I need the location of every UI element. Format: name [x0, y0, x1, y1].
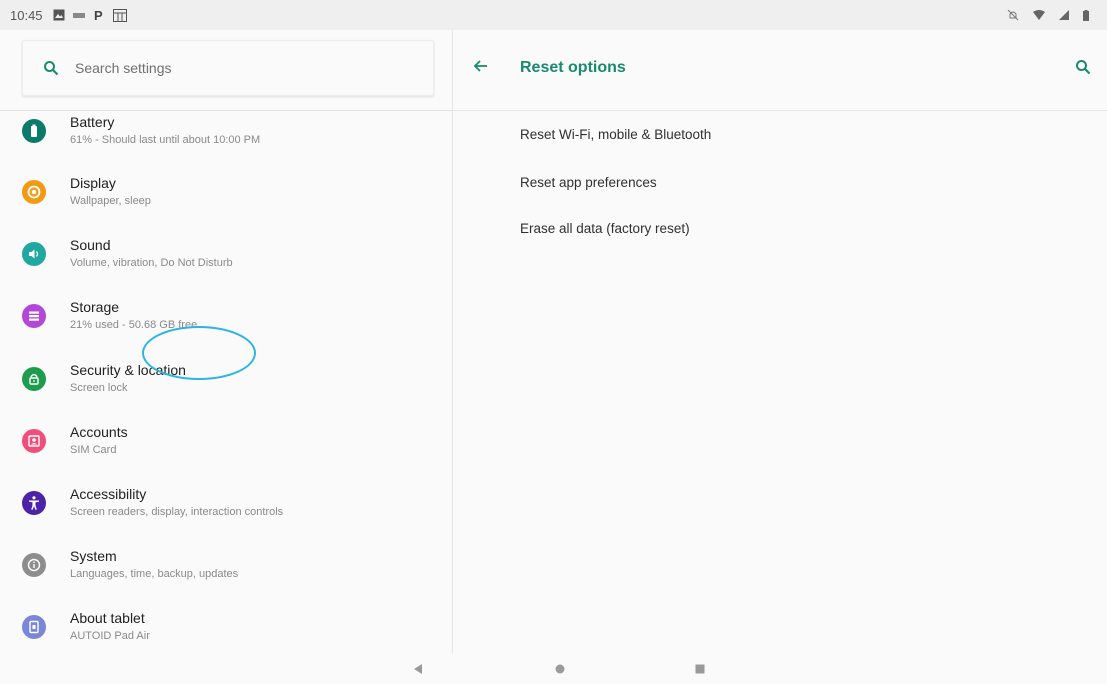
settings-item-title: Storage: [70, 299, 120, 315]
volume-icon: [22, 242, 46, 266]
settings-item-subtitle: Screen lock: [70, 382, 128, 394]
brightness-icon: [22, 180, 46, 204]
settings-item-accessibility[interactable]: Accessibility Screen readers, display, i…: [0, 472, 452, 534]
tablet-icon: [22, 615, 46, 639]
settings-item-subtitle: SIM Card: [70, 444, 117, 456]
reset-options-pane: Reset options Reset Wi-Fi, mobile & Blue…: [453, 30, 1107, 654]
reset-app-preferences-option[interactable]: Reset app preferences: [520, 175, 657, 190]
settings-item-title: About tablet: [70, 610, 145, 626]
battery-status-icon: [1083, 9, 1089, 21]
settings-item-battery[interactable]: Battery 61% - Should last until about 10…: [0, 100, 452, 162]
home-icon[interactable]: [554, 663, 566, 675]
calendar-icon: [112, 8, 127, 22]
settings-item-title: Sound: [70, 237, 111, 253]
svg-text:P: P: [94, 8, 103, 22]
gallery-icon: [53, 9, 65, 21]
notification-icon: [72, 10, 85, 20]
settings-item-title: Battery: [70, 114, 115, 130]
settings-item-subtitle: 61% - Should last until about 10:00 PM: [70, 134, 261, 146]
wifi-icon: [1033, 10, 1045, 20]
search-icon[interactable]: [1075, 59, 1091, 80]
settings-item-about-tablet[interactable]: About tablet AUTOID Pad Air: [0, 596, 452, 654]
settings-item-sound[interactable]: Sound Volume, vibration, Do Not Disturb: [0, 223, 452, 285]
settings-item-subtitle: AUTOID Pad Air: [70, 630, 150, 642]
accessibility-icon: [22, 491, 46, 515]
account-icon: [22, 429, 46, 453]
settings-item-system[interactable]: System Languages, time, backup, updates: [0, 534, 452, 596]
mute-icon: [1007, 9, 1019, 21]
back-icon[interactable]: [412, 663, 424, 675]
settings-item-subtitle: Languages, time, backup, updates: [70, 568, 239, 580]
storage-icon: [22, 304, 46, 328]
parking-icon: P: [93, 8, 105, 22]
recents-icon[interactable]: [694, 663, 706, 675]
reset-wifi-option[interactable]: Reset Wi-Fi, mobile & Bluetooth: [520, 127, 711, 142]
settings-item-accounts[interactable]: Accounts SIM Card: [0, 410, 452, 472]
page-title: Reset options: [520, 59, 626, 76]
settings-item-title: Accessibility: [70, 486, 147, 502]
status-right-icons: [1007, 9, 1097, 21]
settings-item-title: Accounts: [70, 424, 128, 440]
signal-icon: [1059, 10, 1069, 20]
settings-item-subtitle: Wallpaper, sleep: [70, 195, 151, 207]
navigation-bar: [0, 654, 1107, 684]
settings-item-title: Display: [70, 175, 116, 191]
annotation-circle: [142, 326, 256, 380]
status-time: 10:45: [10, 7, 43, 23]
settings-item-subtitle: Volume, vibration, Do Not Disturb: [70, 257, 233, 269]
factory-reset-option[interactable]: Erase all data (factory reset): [520, 221, 690, 236]
reset-options-header: Reset options: [453, 30, 1107, 110]
back-arrow-icon[interactable]: [473, 58, 489, 79]
settings-item-title: System: [70, 548, 117, 564]
settings-item-display[interactable]: Display Wallpaper, sleep: [0, 161, 452, 223]
search-input[interactable]: Search settings: [22, 40, 434, 96]
lock-icon: [22, 367, 46, 391]
search-placeholder: Search settings: [75, 60, 172, 76]
search-icon: [43, 60, 59, 76]
settings-item-subtitle: Screen readers, display, interaction con…: [70, 506, 284, 518]
status-bar: 10:45 P: [0, 0, 1107, 30]
header-divider: [453, 110, 1107, 111]
info-icon: [22, 553, 46, 577]
battery-icon: [22, 119, 46, 143]
